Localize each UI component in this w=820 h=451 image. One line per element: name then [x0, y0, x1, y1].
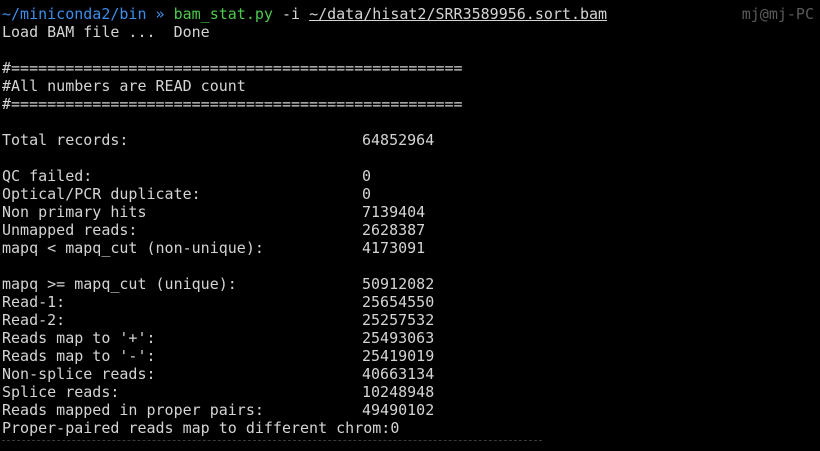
stat-value: 25493063 [362, 329, 435, 347]
stat-label: Optical/PCR duplicate: [2, 185, 201, 203]
stat-value: 25257532 [362, 311, 435, 329]
stat-row: QC failed: 0 [2, 167, 820, 185]
stat-value: 0 [362, 185, 372, 203]
stat-row: Reads map to '+': 25493063 [2, 329, 820, 347]
stat-row: Splice reads: 10248948 [2, 383, 820, 401]
stat-row: mapq >= mapq_cut (unique): 50912082 [2, 275, 820, 293]
stat-label: Read-2: [2, 311, 66, 329]
stat-row: Optical/PCR duplicate: 0 [2, 185, 820, 203]
stat-row: Reads mapped in proper pairs: 49490102 [2, 401, 820, 419]
stat-label: mapq >= mapq_cut (unique): [2, 275, 237, 293]
load-status-line: Load BAM file ... Done [2, 23, 210, 41]
stat-value: 40663134 [362, 365, 435, 383]
stat-value: 2628387 [362, 221, 426, 239]
stat-row-total: Total records: 64852964 [2, 131, 820, 149]
output-header: #All numbers are READ count [2, 77, 246, 95]
stat-label: Reads map to '-': [2, 347, 156, 365]
stat-row: Reads map to '-': 25419019 [2, 347, 820, 365]
stat-label: Read-1: [2, 293, 66, 311]
stat-label: mapq < mapq_cut (non-unique): [2, 239, 264, 257]
stat-label: Total records: [2, 131, 129, 149]
stat-label: Non-splice reads: [2, 365, 156, 383]
stat-value: 10248948 [362, 383, 435, 401]
command-name: bam_stat.py [173, 5, 273, 23]
prompt-separator: » [155, 5, 165, 23]
stat-label: Unmapped reads: [2, 221, 138, 239]
stat-value: 25419019 [362, 347, 435, 365]
prompt-path: ~/miniconda2/bin [2, 5, 147, 23]
command-prompt-line: ~/miniconda2/bin » bam_stat.py -i ~/data… [2, 5, 820, 23]
stat-row: Read-2: 25257532 [2, 311, 820, 329]
stat-row: Non primary hits 7139404 [2, 203, 820, 221]
stat-row: Unmapped reads: 2628387 [2, 221, 820, 239]
stat-row: Read-1: 25654550 [2, 293, 820, 311]
stat-value: 7139404 [362, 203, 426, 221]
command-flag: -i [281, 5, 301, 23]
dashed-separator [2, 440, 542, 441]
stat-value: 0 [362, 167, 372, 185]
stat-row: Non-splice reads: 40663134 [2, 365, 820, 383]
stat-value: 64852964 [362, 131, 435, 149]
user-host-label: mj@mj-PC [741, 5, 814, 23]
command-file-path[interactable]: ~/data/hisat2/SRR3589956.sort.bam [309, 5, 607, 23]
stat-row: mapq < mapq_cut (non-unique): 4173091 [2, 239, 820, 257]
rule-line-top: #=======================================… [2, 59, 463, 77]
stat-row-different-chrom: Proper-paired reads map to different chr… [2, 419, 400, 437]
terminal-window[interactable]: ~/miniconda2/bin » bam_stat.py -i ~/data… [0, 0, 820, 451]
stat-label: Non primary hits [2, 203, 147, 221]
stat-value: 49490102 [362, 401, 435, 419]
stat-label: Reads map to '+': [2, 329, 156, 347]
rule-line-bottom: #=======================================… [2, 95, 463, 113]
stat-value: 4173091 [362, 239, 426, 257]
stat-value: 50912082 [362, 275, 435, 293]
stat-label: Reads mapped in proper pairs: [2, 401, 264, 419]
stat-value: 25654550 [362, 293, 435, 311]
stat-label: Splice reads: [2, 383, 120, 401]
stat-label: QC failed: [2, 167, 93, 185]
